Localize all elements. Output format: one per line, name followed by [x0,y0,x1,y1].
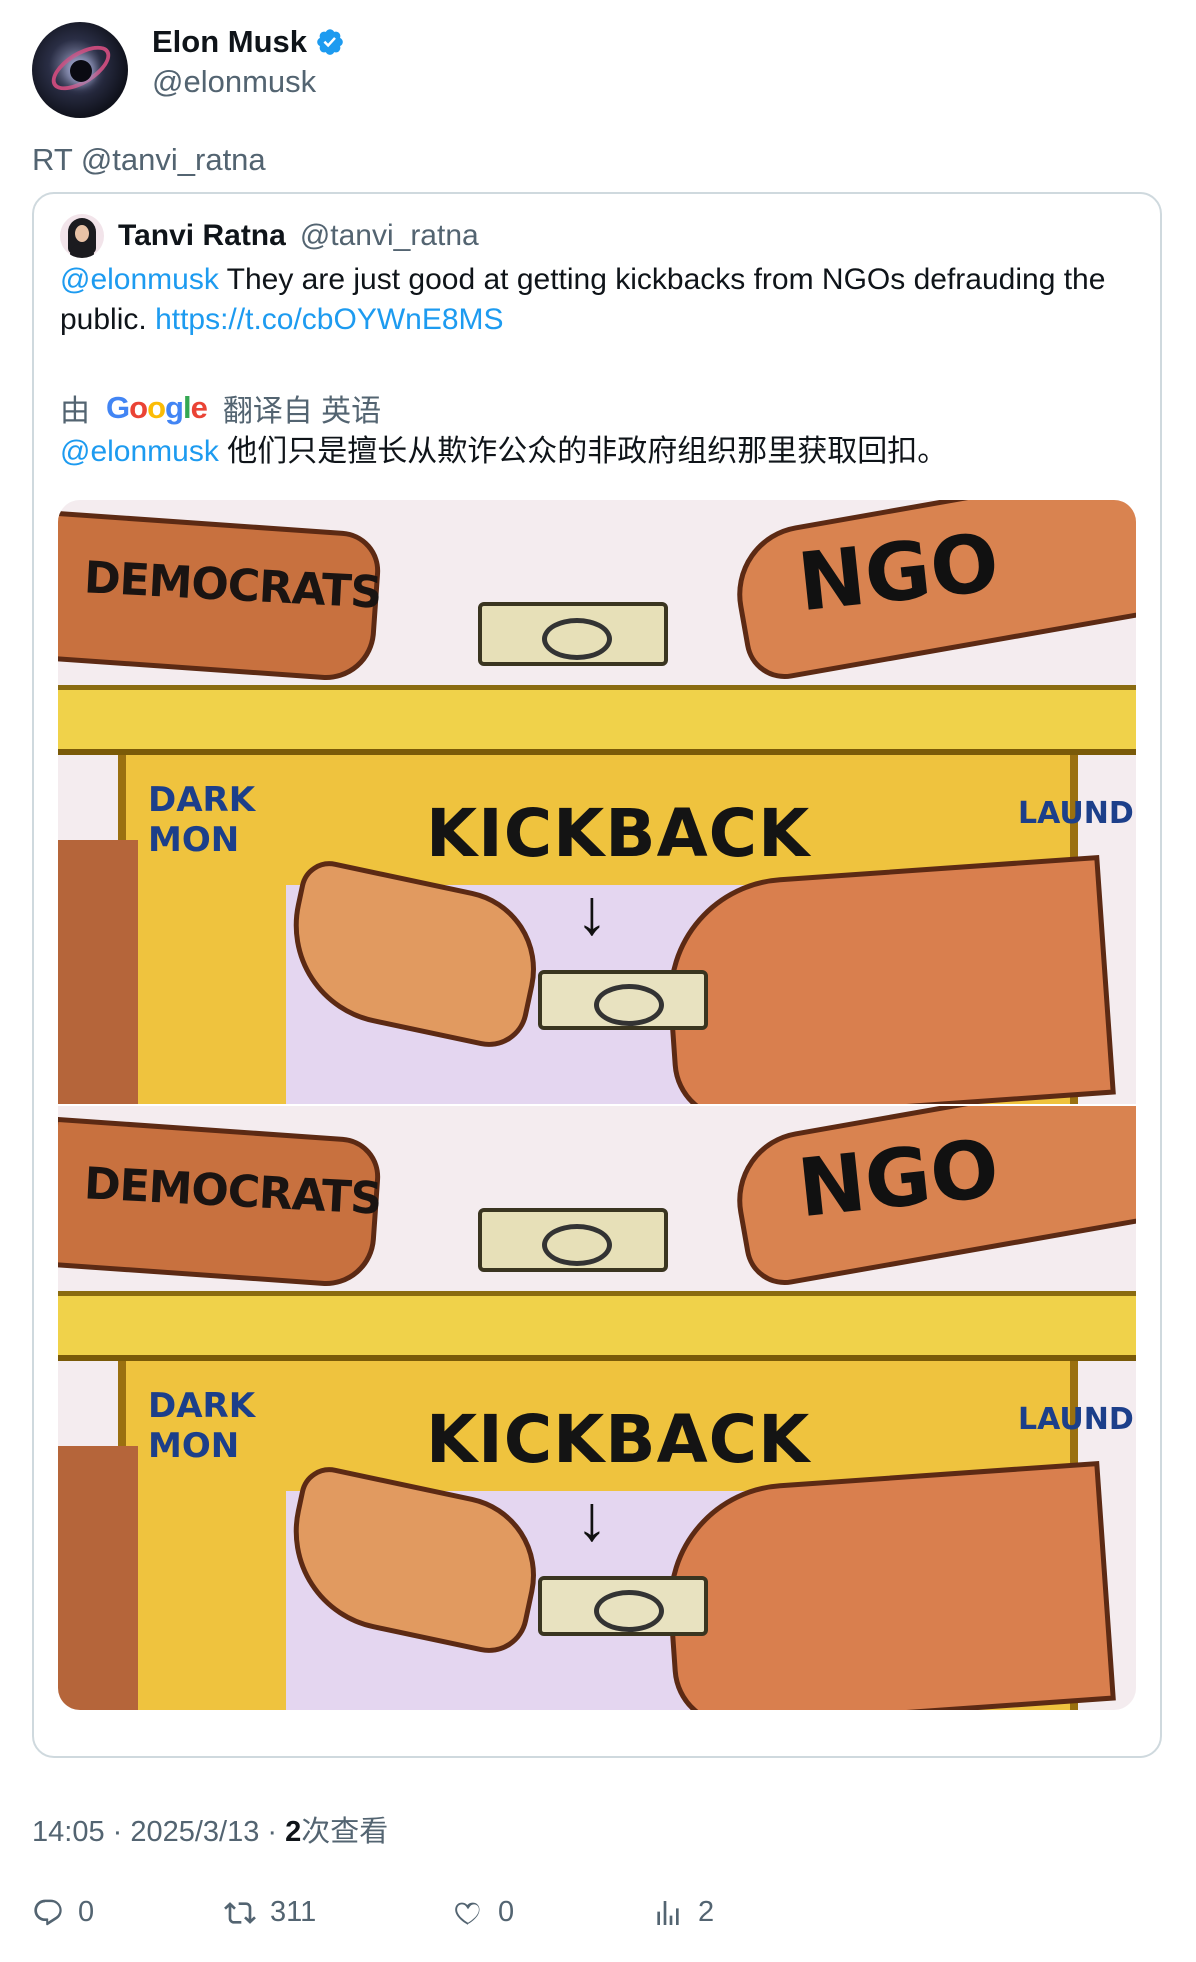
tweet-url-link[interactable]: https://t.co/cbOYWnE8MS [155,303,503,336]
like-count: 0 [498,1896,515,1928]
views-label: 次查看 [301,1816,389,1848]
lower-right-hand [660,854,1116,1104]
quoted-author-handle[interactable]: @tanvi_ratna [300,219,479,253]
views-action-count: 2 [698,1896,715,1928]
author-name-row: Elon Musk [152,24,345,60]
reply-button[interactable]: 0 [32,1896,94,1929]
cash-bundle-icon [538,970,708,1030]
meta-separator: · [259,1816,286,1848]
cash-bundle-icon [478,1208,668,1272]
verified-badge-icon [317,29,343,55]
cash-bundle-icon [478,602,668,666]
translated-mention-link[interactable]: @elonmusk [60,435,219,468]
table-top [58,1291,1136,1361]
translated-text: @elonmusk 他们只是擅长从欺诈公众的非政府组织那里获取回扣。 [60,432,947,472]
table-top [58,685,1136,755]
author-avatar[interactable] [32,22,128,118]
heart-icon [455,1902,480,1925]
tweet-meta: 14:05 · 2025/3/13 · 2次查看 [32,1808,388,1850]
avatar-body [70,244,94,258]
avatar-core [70,60,92,82]
shadow-figure [58,840,138,1104]
translation-prefix: 由 [60,395,90,428]
reply-count: 0 [78,1896,95,1928]
author-handle[interactable]: @elonmusk [152,64,316,100]
laundering-label: LAUNDERI [1018,1402,1136,1438]
quoted-tweet-header: Tanvi Ratna @tanvi_ratna [60,214,479,258]
tweet-media-image[interactable]: DEMOCRATS NGO KICKBACK ↓ DARK MON LAUNDE… [58,500,1136,1710]
views-button[interactable]: 2 [652,1896,714,1929]
quoted-author-name[interactable]: Tanvi Ratna [118,219,286,253]
retweet-line: RT @tanvi_ratna [32,142,266,177]
dark-money-label: DARK MON [148,1386,255,1466]
translation-attribution: 由 Google 翻译自 英语 [60,386,381,430]
quoted-author-avatar[interactable] [60,214,104,258]
meta-separator: · [104,1816,131,1848]
shadow-figure [58,1446,138,1710]
cartoon-panel-top: DEMOCRATS NGO KICKBACK ↓ DARK MON LAUNDE… [58,500,1136,1104]
kickback-label: KICKBACK [426,1401,811,1478]
lower-right-hand [660,1460,1116,1710]
cartoon-panel-bottom: DEMOCRATS NGO KICKBACK ↓ DARK MON LAUNDE… [58,1106,1136,1710]
like-button[interactable]: 0 [452,1896,514,1929]
tweet-date[interactable]: 2025/3/13 [130,1816,259,1848]
retweet-count: 311 [270,1896,317,1928]
analytics-icon [657,1900,679,1925]
quoted-tweet-text: @elonmusk They are just good at getting … [60,260,1130,340]
author-display-name[interactable]: Elon Musk [152,24,307,60]
views-count: 2 [285,1816,302,1848]
dark-money-label: DARK MON [148,780,255,860]
down-arrow-icon: ↓ [576,876,608,948]
reply-icon [34,1899,62,1925]
down-arrow-icon: ↓ [576,1482,608,1554]
laundering-label: LAUNDERI [1018,796,1136,832]
mention-link[interactable]: @elonmusk [60,263,219,296]
tweet-time[interactable]: 14:05 [32,1816,105,1848]
retweet-icon [224,1901,256,1924]
cash-bundle-icon [538,1576,708,1636]
tweet-header: Elon Musk @elonmusk [32,22,1162,122]
avatar-face [75,225,89,242]
translation-suffix: 翻译自 英语 [222,395,382,428]
action-bar: 0 311 0 2 [32,1896,1162,1942]
retweet-button[interactable]: 311 [224,1896,316,1929]
kickback-label: KICKBACK [426,795,811,872]
quoted-tweet-card[interactable]: Tanvi Ratna @tanvi_ratna @elonmusk They … [32,192,1162,1758]
google-logo-icon: Google [106,390,208,425]
translated-body: 他们只是擅长从欺诈公众的非政府组织那里获取回扣。 [218,435,948,468]
